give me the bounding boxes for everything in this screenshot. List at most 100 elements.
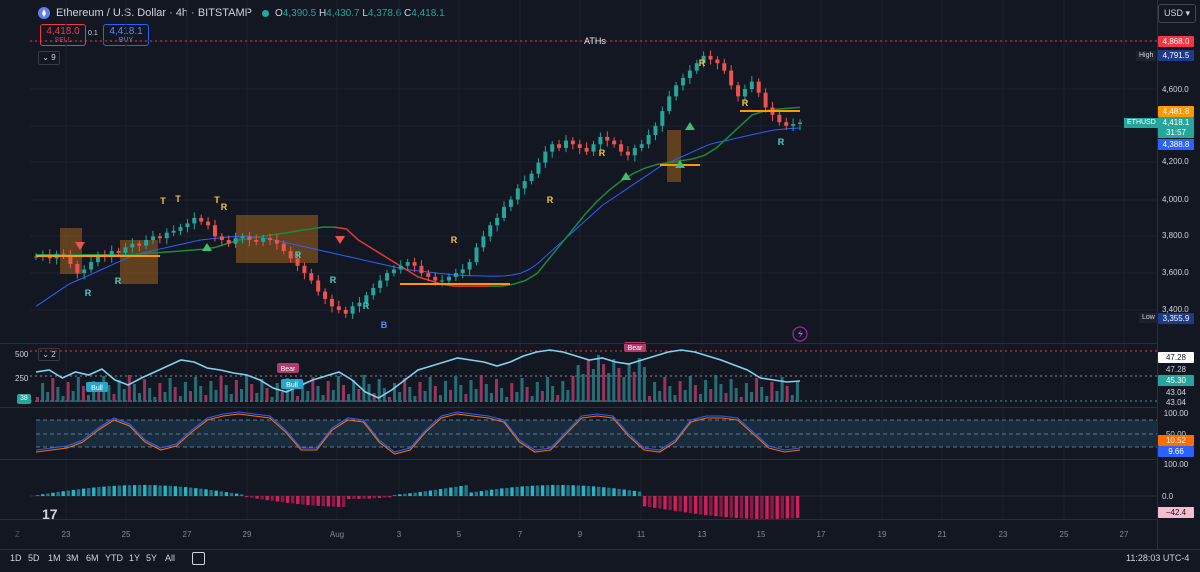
range-button-all[interactable]: All [165,553,175,563]
vol-bar [428,377,432,402]
vol-bar [581,374,585,402]
macd-pane [30,485,1157,519]
vol-axis-250: 250 [15,374,29,383]
macd-bar [377,496,382,499]
candle [674,82,679,101]
macd-bar [301,496,305,505]
calendar-icon[interactable] [192,552,205,565]
range-button-1m[interactable]: 1M [48,553,61,563]
macd-bar [449,487,453,496]
macd-bar [525,486,529,496]
range-button-ytd[interactable]: YTD [105,553,123,563]
x-tick: 3 [396,530,402,539]
range-button-1d[interactable]: 1D [10,553,22,563]
candle [371,283,376,300]
orange-price-tag: 4,481.8 [1158,106,1194,117]
vol-bar [438,395,442,402]
macd-bar [709,496,713,516]
macd-bar [699,496,703,515]
vol-bar [61,396,65,402]
candle [185,219,190,233]
range-button-3m[interactable]: 3M [66,553,79,563]
vol-bar [224,385,228,402]
pane-separator[interactable] [0,519,1157,520]
candle [653,122,658,141]
vol-bar [270,397,274,402]
range-button-6m[interactable]: 6M [86,553,99,563]
macd-bar [704,496,708,516]
vol-bar [132,384,136,402]
vol-bar [56,387,60,402]
ath-label: ATHs [584,36,606,46]
macd-bar [158,485,162,496]
macd-bar [143,485,147,496]
macd-bar [520,486,524,496]
vol-bar [637,358,641,402]
candle [632,144,637,162]
vol-bar [46,392,50,402]
ema-price-tag: 4,388.8 [1158,139,1194,150]
svg-text:Bull: Bull [91,385,103,392]
clock[interactable]: 11:28:03 UTC-4 [1126,553,1189,563]
vol-bar [331,390,335,402]
t-marker-0: T [160,196,166,206]
pane-collapse-button[interactable]: ⌄ 2 [38,348,60,361]
bull-badge-1: Bull [281,379,303,389]
macd-bar [607,487,611,496]
macd-bar [785,496,790,519]
candle [502,201,507,222]
macd-bar [71,489,76,496]
vol-bar [648,396,651,402]
vol-bar [296,396,300,402]
vol-bar [474,389,478,402]
range-button-1y[interactable]: 1Y [129,553,140,563]
pane-separator[interactable] [0,343,1157,344]
candle [412,257,417,272]
x-tick: 15 [756,530,766,539]
vol-bar [597,355,600,402]
vol-bar [556,395,560,402]
candle [598,132,603,150]
candle [488,221,493,242]
vol-bar [122,389,126,402]
vol-bar [433,386,437,402]
macd-bar [148,485,152,496]
stoch-tag-4: 9.66 [1158,446,1194,457]
vol-bar [444,381,447,402]
macd-bar [240,494,244,496]
vol-bar [571,376,575,402]
vol-bar [229,394,233,402]
vol-bar [449,390,453,402]
macd-bar [153,485,157,496]
pane-separator[interactable] [0,407,1157,408]
macd-bar [168,485,172,496]
pane-separator[interactable] [0,459,1157,460]
vol-bar [785,386,789,402]
macd-bar [775,496,779,519]
vol-tag-2: 47.28 [1158,364,1194,375]
svg-text:Bull: Bull [286,382,298,389]
bull-badge-0: Bull [86,382,108,392]
symbol-tag: ETHUSD [1124,118,1159,128]
lightning-icon[interactable] [792,326,808,342]
zoom-icon[interactable]: Z [15,530,20,539]
macd-bar [280,496,285,503]
range-button-5d[interactable]: 5D [28,553,40,563]
vol-bar [413,396,417,402]
macd-bar [219,491,223,496]
price-chart[interactable]: RRRRRRRRRRRRT T TB Bull BullBearBear [0,0,1200,549]
macd-bar [66,490,70,496]
tradingview-logo[interactable]: 17 [42,506,58,522]
signal-markers: RRRRRRRRRRRRT T TB [75,58,785,330]
vol-bar [566,390,570,402]
macd-bar [326,496,331,507]
macd-bar [46,493,50,496]
macd-bar [617,488,621,496]
range-button-5y[interactable]: 5Y [146,553,157,563]
candle [715,56,720,70]
y-tick-4000: 4,000.0 [1162,195,1189,204]
vol-bar [653,382,657,402]
vol-bar [642,367,646,402]
vol-axis-500: 500 [15,350,29,359]
vol-bar [342,385,345,402]
